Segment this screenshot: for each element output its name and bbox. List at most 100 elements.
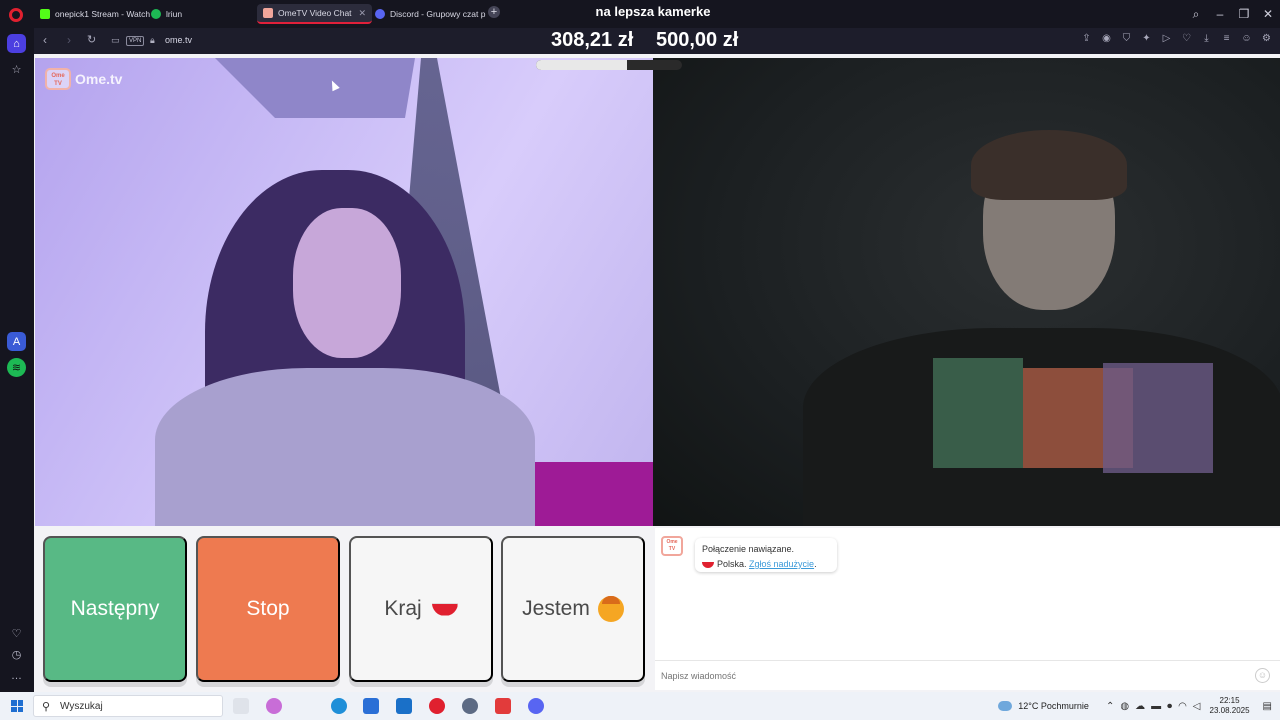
- task-view-icon[interactable]: [233, 698, 249, 714]
- camera-icon[interactable]: ◉: [1101, 33, 1112, 44]
- play-icon[interactable]: ▷: [1161, 33, 1172, 44]
- donation-progress-bar: [536, 60, 682, 70]
- copilot-icon[interactable]: [266, 698, 282, 714]
- new-tab-button[interactable]: +: [488, 6, 500, 18]
- cloud-icon[interactable]: ☁: [1135, 701, 1145, 712]
- menu-icon[interactable]: ≡: [1221, 33, 1232, 44]
- wifi-icon[interactable]: ◠: [1178, 701, 1187, 712]
- outlook-icon[interactable]: [396, 698, 412, 714]
- next-button[interactable]: Następny: [43, 536, 187, 682]
- more-icon[interactable]: …: [7, 666, 26, 685]
- weather-condition[interactable]: Pochmurnie: [1041, 701, 1089, 711]
- settings-icon[interactable]: ⚙: [1261, 33, 1272, 44]
- discord-taskbar-icon[interactable]: [528, 698, 544, 714]
- volume-icon[interactable]: ◁: [1193, 701, 1201, 712]
- usb-icon[interactable]: ▬: [1151, 701, 1161, 712]
- tab-label: onepick1 Stream - Watch: [55, 9, 151, 19]
- history-icon[interactable]: ◷: [7, 645, 26, 664]
- self-video: [653, 58, 1280, 526]
- opera-logo-icon[interactable]: [9, 8, 23, 22]
- profile-icon[interactable]: ☺: [1241, 33, 1252, 44]
- ometv-logo: Ome TV Ome.tv: [45, 68, 122, 90]
- donation-current-amount: 308,21 zł: [551, 29, 634, 51]
- home-icon[interactable]: ⌂: [7, 34, 26, 53]
- shield-icon[interactable]: ⛉: [1121, 33, 1132, 44]
- tab-label: OmeTV Video Chat: [278, 8, 352, 18]
- stream-goal-title: na lepsza kamerke: [595, 4, 711, 19]
- country-button[interactable]: Kraj: [349, 536, 493, 682]
- taskbar-search-box[interactable]: ⚲ Wyszukaj: [33, 695, 223, 717]
- connection-status-text: Połączenie nawiązane.: [702, 544, 795, 554]
- chat-message-input[interactable]: [661, 669, 1221, 683]
- share-icon[interactable]: ⇪: [1081, 33, 1092, 44]
- url-text[interactable]: ome.tv: [165, 35, 192, 45]
- stranger-video: Ome TV Ome.tv: [35, 58, 653, 526]
- tab-label: Discord - Grupowy czat p: [390, 9, 486, 19]
- discord-favicon-icon: [375, 9, 385, 19]
- tray-chevron-icon[interactable]: ⌃: [1106, 701, 1114, 712]
- notifications-icon[interactable]: ▤: [1263, 701, 1272, 712]
- browser-titlebar: onepick1 Stream - Watch lriun OmeTV Vide…: [0, 0, 1280, 28]
- forward-icon[interactable]: ›: [67, 33, 71, 47]
- download-icon[interactable]: ⤓: [1201, 33, 1212, 44]
- country-text: Polska.: [717, 559, 747, 569]
- weather-temperature[interactable]: 12°C: [1018, 701, 1038, 711]
- country-report-line: Polska. Zgłoś nadużycie.: [702, 557, 830, 572]
- stop-button[interactable]: Stop: [196, 536, 340, 682]
- report-abuse-link[interactable]: Zgłoś nadużycie: [749, 559, 814, 569]
- country-button-label: Kraj: [384, 597, 422, 620]
- heart-outline-icon[interactable]: ♡: [1181, 33, 1192, 44]
- ometv-page: Ome TV Ome.tv Następny Stop Kraj Jestem …: [34, 54, 1280, 692]
- taskbar-clock[interactable]: 22:15 23.08.2025: [1210, 696, 1250, 716]
- edge-icon[interactable]: [331, 698, 347, 714]
- vpn-badge[interactable]: VPN: [126, 36, 145, 46]
- opera-taskbar-icon[interactable]: [429, 698, 445, 714]
- reload-icon[interactable]: ↻: [87, 33, 96, 46]
- gender-button[interactable]: Jestem: [501, 536, 645, 682]
- keyboard-glow-purple: [1103, 363, 1213, 473]
- poland-flag-icon: [702, 561, 714, 568]
- weather-icon[interactable]: [998, 701, 1013, 711]
- tab-close-icon[interactable]: ✕: [359, 8, 367, 19]
- windows-start-icon[interactable]: [11, 700, 23, 712]
- search-tabs-icon[interactable]: ⌕: [1184, 7, 1208, 22]
- tab-lriun[interactable]: lriun: [145, 4, 188, 24]
- close-window-icon[interactable]: ✕: [1256, 7, 1280, 21]
- back-icon[interactable]: ‹: [43, 33, 47, 47]
- restore-icon[interactable]: ❐: [1232, 7, 1256, 21]
- microphone-icon[interactable]: ⏺: [1167, 701, 1172, 712]
- tab-ometv[interactable]: OmeTV Video Chat ✕: [257, 4, 373, 24]
- minimize-icon[interactable]: –: [1208, 7, 1232, 21]
- windows-taskbar: ⚲ Wyszukaj 12°C Pochmurnie ⌃ ◍ ☁ ▬ ⏺ ◠ ◁…: [0, 692, 1280, 720]
- search-icon: ⚲: [42, 701, 51, 713]
- pinboard-icon[interactable]: ☆: [7, 60, 26, 79]
- aria-ai-icon[interactable]: A: [7, 332, 26, 351]
- network-icon[interactable]: ◍: [1120, 701, 1129, 712]
- poland-flag-icon: [431, 602, 458, 616]
- lock-icon[interactable]: 🔒︎: [150, 35, 155, 46]
- ometv-logo-text: Ome.tv: [75, 71, 123, 87]
- ometv-logo-icon: Ome TV: [45, 68, 71, 90]
- kick-favicon-icon: [40, 9, 50, 19]
- emoji-smiley-icon[interactable]: ☺: [1255, 668, 1270, 683]
- keyboard-glow-green: [933, 358, 1023, 468]
- tab-snap-icon[interactable]: ▭: [111, 35, 120, 46]
- video-background-ceiling: [215, 58, 415, 118]
- stranger-face: [293, 208, 401, 358]
- ometv-chat-avatar-icon: Ome TV: [661, 536, 683, 556]
- tab-discord[interactable]: Discord - Grupowy czat p: [369, 4, 491, 24]
- clock-time: 22:15: [1219, 696, 1240, 705]
- chat-input-area: ☺: [655, 660, 1280, 690]
- store-icon[interactable]: [363, 698, 379, 714]
- address-bar: ‹ › ↻ ▭ VPN 🔒︎ ome.tv 308,21 zł 500,00 z…: [34, 28, 1280, 54]
- app-taskbar-icon[interactable]: [462, 698, 478, 714]
- extensions-icon[interactable]: ✦: [1141, 33, 1152, 44]
- spotify-favicon-icon: [151, 9, 161, 19]
- recorder-taskbar-icon[interactable]: [495, 698, 511, 714]
- report-suffix: .: [814, 559, 817, 569]
- spotify-icon[interactable]: ≋: [7, 358, 26, 377]
- browser-sidebar: ⌂ ☆ A ≋ ♡ ◷ …: [0, 28, 34, 692]
- system-message: Połączenie nawiązane. Polska. Zgłoś nadu…: [695, 538, 837, 572]
- heart-icon[interactable]: ♡: [7, 624, 26, 643]
- tab-onepick-stream[interactable]: onepick1 Stream - Watch: [34, 4, 156, 24]
